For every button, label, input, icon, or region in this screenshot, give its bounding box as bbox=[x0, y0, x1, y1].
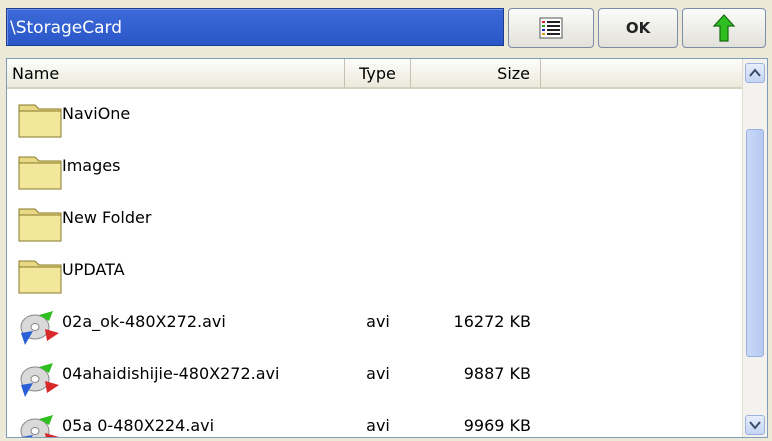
ok-label: OK bbox=[625, 19, 651, 37]
column-header-name[interactable]: Name bbox=[7, 59, 345, 89]
list-item[interactable]: New Folder bbox=[7, 193, 744, 245]
vertical-scrollbar[interactable] bbox=[742, 59, 767, 437]
ok-button[interactable]: OK bbox=[598, 8, 678, 48]
item-name: NaviOne bbox=[62, 104, 131, 123]
up-folder-button[interactable] bbox=[682, 8, 766, 48]
list-item[interactable]: NaviOne bbox=[7, 89, 744, 141]
folder-icon bbox=[18, 208, 62, 242]
scroll-thumb[interactable] bbox=[746, 129, 764, 357]
scroll-down-button[interactable] bbox=[745, 415, 765, 435]
list-item[interactable]: 04ahaidishijie-480X272.avi avi 9887 KB bbox=[7, 349, 744, 401]
list-rows: NaviOne Images New Folder UPDATA 02a_ok-… bbox=[7, 89, 744, 437]
list-item[interactable]: 02a_ok-480X272.avi avi 16272 KB bbox=[7, 297, 744, 349]
item-name: 04ahaidishijie-480X272.avi bbox=[62, 364, 280, 383]
item-name: New Folder bbox=[62, 208, 152, 227]
scroll-up-button[interactable] bbox=[745, 63, 765, 83]
folder-icon bbox=[18, 260, 62, 294]
list-item[interactable]: 05a 0-480X224.avi avi 9969 KB bbox=[7, 401, 744, 437]
scroll-down-icon bbox=[749, 421, 761, 430]
toolbar: \StorageCard OK bbox=[0, 0, 772, 56]
scroll-up-icon bbox=[749, 68, 761, 77]
video-file-icon bbox=[20, 415, 59, 437]
column-header-size[interactable]: Size bbox=[411, 59, 541, 89]
item-size: 16272 KB bbox=[453, 312, 531, 331]
folder-icon bbox=[18, 156, 62, 190]
list-item[interactable]: UPDATA bbox=[7, 245, 744, 297]
item-size: 9969 KB bbox=[463, 416, 531, 435]
item-type: avi bbox=[366, 312, 390, 331]
item-type: avi bbox=[366, 364, 390, 383]
view-mode-button[interactable] bbox=[508, 8, 594, 48]
folder-icon bbox=[18, 104, 62, 138]
column-header-type[interactable]: Type bbox=[345, 59, 411, 89]
list-header: Name Type Size bbox=[7, 59, 744, 89]
list-view-icon bbox=[539, 17, 563, 39]
item-size: 9887 KB bbox=[463, 364, 531, 383]
item-name: Images bbox=[62, 156, 121, 175]
path-field[interactable]: \StorageCard bbox=[6, 8, 504, 46]
file-list: Name Type Size NaviOne Images New Folder… bbox=[6, 58, 768, 438]
item-type: avi bbox=[366, 416, 390, 435]
item-name: 02a_ok-480X272.avi bbox=[62, 312, 226, 331]
video-file-icon bbox=[20, 311, 59, 345]
path-text: \StorageCard bbox=[10, 18, 123, 38]
video-file-icon bbox=[20, 363, 59, 397]
column-header-blank bbox=[541, 59, 744, 89]
item-name: 05a 0-480X224.avi bbox=[62, 416, 215, 435]
list-item[interactable]: Images bbox=[7, 141, 744, 193]
up-arrow-icon bbox=[712, 14, 736, 42]
item-name: UPDATA bbox=[62, 260, 125, 279]
